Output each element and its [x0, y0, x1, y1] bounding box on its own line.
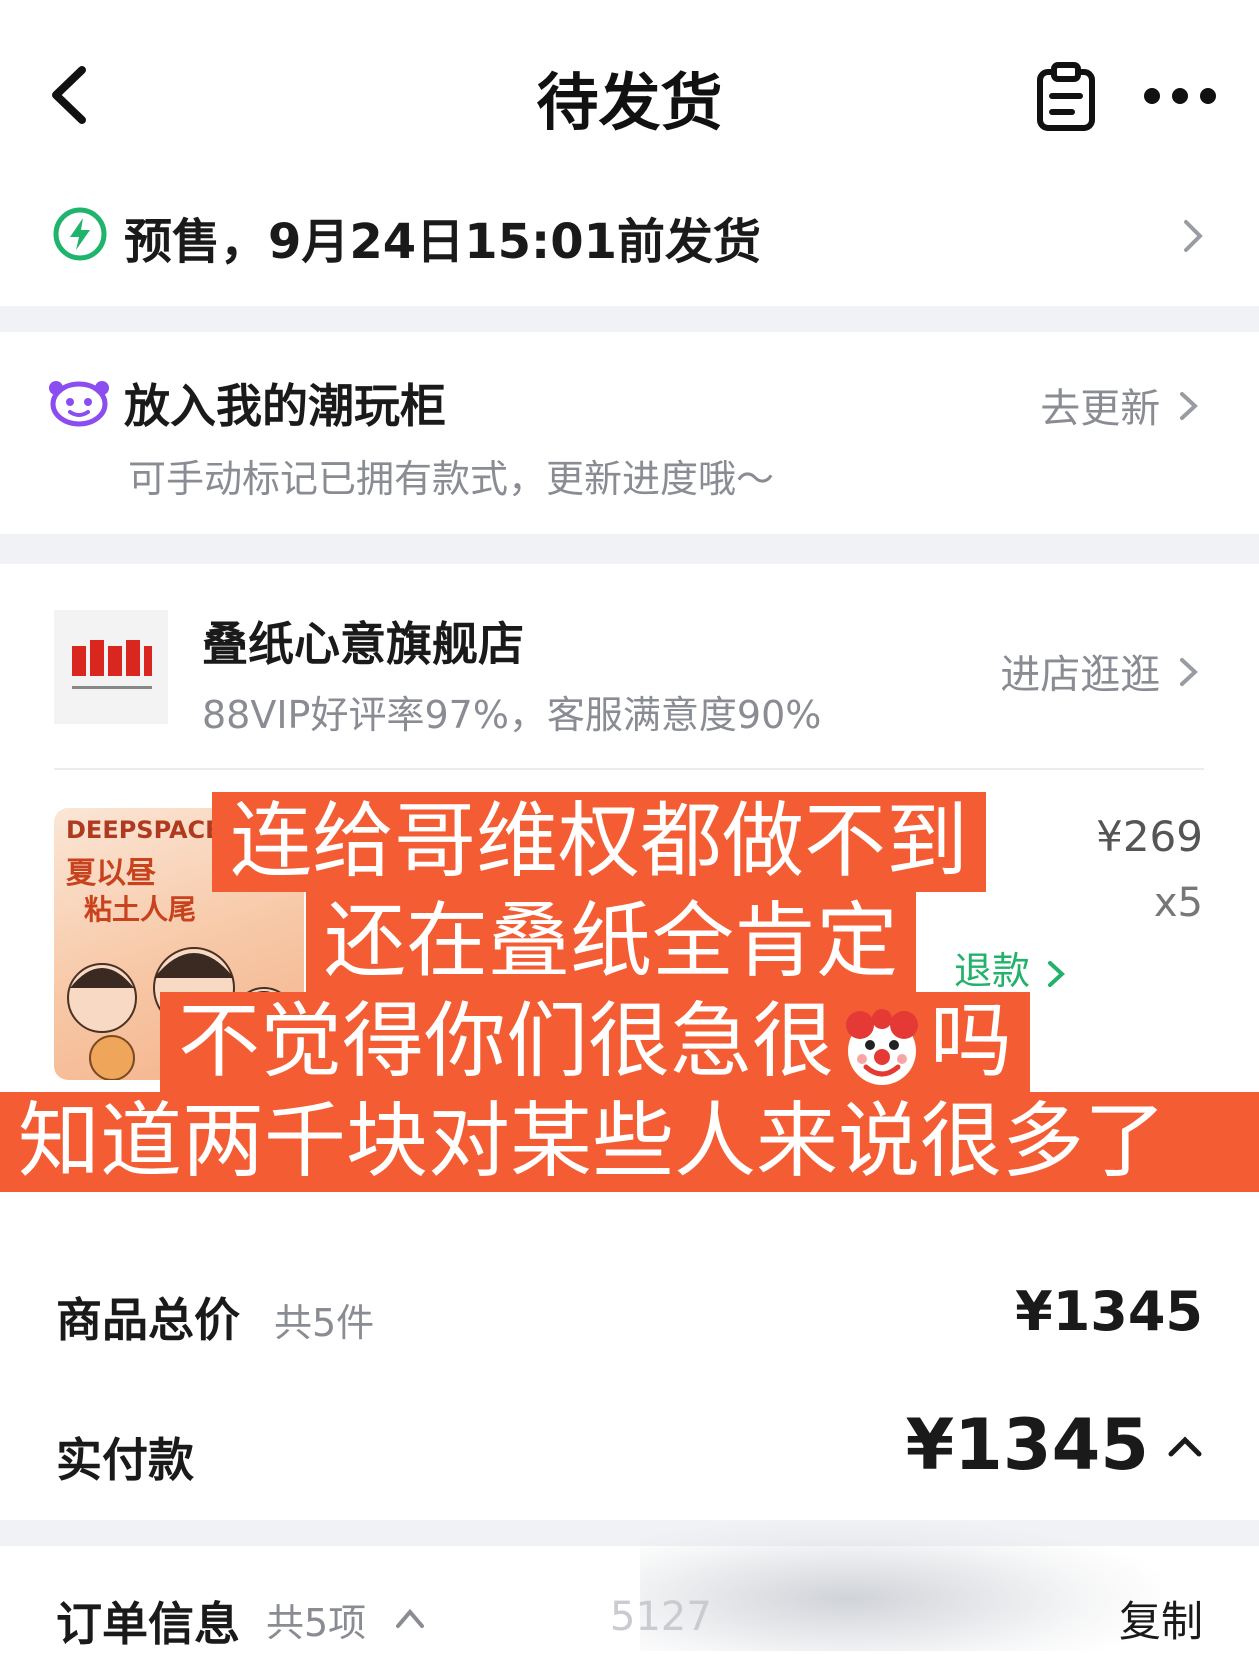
more-dots-icon — [1144, 88, 1216, 104]
caption-line-3-start: 不觉得你们很急很 — [178, 994, 835, 1089]
cabinet-title: 放入我的潮玩柜 — [124, 379, 446, 433]
store-rating: 88VIP好评率97%，客服满意度90% — [202, 693, 822, 737]
product-quantity: x5 — [1153, 880, 1203, 926]
caption-line-1: 连给哥维权都做不到 — [212, 792, 987, 892]
copy-button[interactable]: 复制 — [1119, 1588, 1203, 1649]
clipboard-icon — [1037, 62, 1095, 131]
paid-amount-label: 实付款 — [56, 1433, 194, 1487]
chevron-up-icon[interactable] — [392, 1602, 428, 1632]
lightning-icon — [52, 206, 108, 262]
store-name[interactable]: 叠纸心意旗舰店 — [202, 608, 524, 674]
chevron-right-icon — [1048, 960, 1066, 987]
chevron-right-icon — [1173, 652, 1203, 702]
cabinet-subtitle: 可手动标记已拥有款式，更新进度哦～ — [128, 457, 775, 501]
store-logo[interactable] — [54, 610, 168, 724]
goods-total-label: 商品总价 — [56, 1293, 240, 1347]
chevron-right-icon — [1176, 214, 1210, 262]
order-info-count: 共5项 — [266, 1601, 367, 1645]
caption-line-4: 知道两千块对某些人来说很多了 — [0, 1092, 1259, 1192]
refund-link[interactable]: 退款 — [954, 940, 1070, 995]
caption-line-3: 不觉得你们很急很 吗 — [160, 992, 1031, 1092]
paid-amount-value: ¥1345 — [905, 1404, 1149, 1486]
visit-store-label: 进店逛逛 — [1000, 652, 1161, 698]
caption-line-3-end: 吗 — [930, 994, 1013, 1089]
order-info-label: 订单信息 — [56, 1597, 240, 1651]
order-number: 5127 — [610, 1594, 712, 1640]
goods-count: 共5件 — [274, 1301, 375, 1345]
goods-total-value: ¥1345 — [1015, 1280, 1203, 1343]
order-detail-button[interactable] — [1034, 62, 1098, 132]
cabinet-update-link[interactable]: 去更新 — [1040, 376, 1203, 436]
product-price: ¥269 — [1096, 812, 1203, 861]
refund-label: 退款 — [954, 949, 1031, 993]
redaction-smudge — [640, 1520, 1160, 1651]
visit-store-link[interactable]: 进店逛逛 — [1000, 642, 1203, 702]
clown-emoji-icon — [846, 1008, 919, 1085]
divider — [54, 768, 1204, 770]
cabinet-update-label: 去更新 — [1040, 386, 1161, 432]
mascot-icon — [46, 376, 112, 428]
presale-text: 预售，9月24日15:01前发货 — [124, 214, 761, 270]
more-button[interactable] — [1140, 76, 1220, 116]
chevron-right-icon — [1173, 386, 1203, 436]
caption-line-2: 还在叠纸全肯定 — [306, 892, 917, 992]
chevron-up-icon[interactable] — [1163, 1424, 1207, 1468]
section-divider — [0, 306, 1259, 332]
section-divider — [0, 534, 1259, 564]
